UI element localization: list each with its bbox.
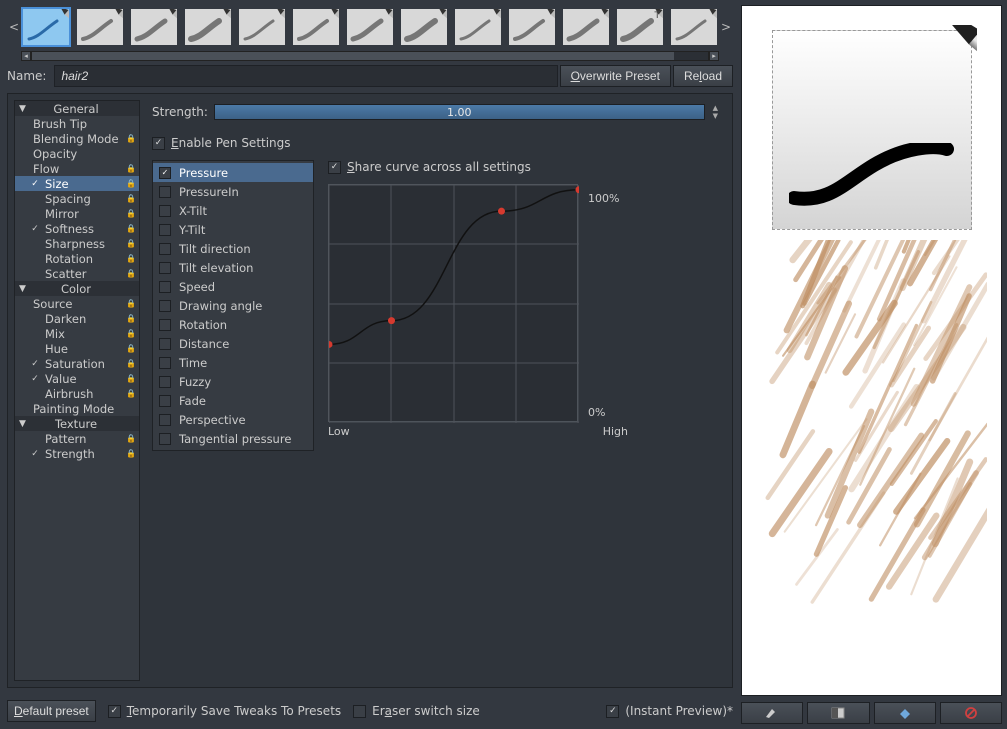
tree-item[interactable]: Brush Tip bbox=[15, 116, 139, 131]
settings-tree[interactable]: ▼GeneralBrush TipBlending Mode🔒OpacityFl… bbox=[14, 100, 140, 681]
sensor-item[interactable]: Fuzzy bbox=[153, 372, 313, 391]
eraser-switch-size-label: Eraser switch size bbox=[372, 704, 480, 718]
brush-preset-thumb[interactable] bbox=[75, 7, 125, 47]
brush-preset-thumb[interactable] bbox=[399, 7, 449, 47]
curve-control-point[interactable] bbox=[329, 341, 333, 348]
brush-preset-strip: T bbox=[21, 7, 719, 47]
next-brush-page[interactable]: > bbox=[719, 20, 733, 34]
brush-preview bbox=[741, 5, 1002, 696]
eraser-switch-size-checkbox[interactable] bbox=[353, 705, 366, 718]
curve-control-point[interactable] bbox=[576, 186, 580, 193]
sensor-item[interactable]: Fade bbox=[153, 391, 313, 410]
tree-item[interactable]: Sharpness🔒 bbox=[15, 236, 139, 251]
instant-preview-checkbox[interactable]: ✓ bbox=[606, 705, 619, 718]
tree-item[interactable]: Rotation🔒 bbox=[15, 251, 139, 266]
sensor-item[interactable]: Perspective bbox=[153, 410, 313, 429]
tree-item[interactable]: Source🔒 bbox=[15, 296, 139, 311]
sensor-item[interactable]: PressureIn bbox=[153, 182, 313, 201]
brush-preset-thumb[interactable] bbox=[669, 7, 719, 47]
brush-tip-preview bbox=[772, 30, 972, 230]
tree-item[interactable]: Pattern🔒 bbox=[15, 431, 139, 446]
tree-item[interactable]: Airbrush🔒 bbox=[15, 386, 139, 401]
share-curve-label: Share curve across all settings bbox=[347, 160, 531, 174]
tree-item[interactable]: ✓Strength🔒 bbox=[15, 446, 139, 461]
brush-name-input[interactable] bbox=[54, 65, 557, 87]
temp-save-tweaks-label: Temporarily Save Tweaks To Presets bbox=[127, 704, 341, 718]
tree-section-header[interactable]: ▼Texture bbox=[15, 416, 139, 431]
tree-item[interactable]: Scatter🔒 bbox=[15, 266, 139, 281]
brush-scroll-right[interactable]: ▸ bbox=[709, 51, 719, 61]
brush-preset-thumb[interactable] bbox=[237, 7, 287, 47]
brush-preset-thumb[interactable] bbox=[183, 7, 233, 47]
tree-item[interactable]: ✓Saturation🔒 bbox=[15, 356, 139, 371]
sensor-item[interactable]: Tangential pressure bbox=[153, 429, 313, 448]
brush-scroll-track[interactable] bbox=[31, 51, 709, 61]
preview-clear-button[interactable] bbox=[940, 702, 1002, 724]
sensor-item[interactable]: Tilt direction bbox=[153, 239, 313, 258]
strength-slider[interactable]: 1.00 bbox=[214, 104, 705, 120]
curve-editor[interactable] bbox=[328, 184, 578, 422]
strength-spinner[interactable]: ▲▼ bbox=[713, 104, 718, 120]
enable-pen-settings-label: Enable Pen Settings bbox=[171, 136, 291, 150]
tree-item[interactable]: Mirror🔒 bbox=[15, 206, 139, 221]
brush-preset-thumb[interactable]: T bbox=[615, 7, 665, 47]
tree-item[interactable]: Blending Mode🔒 bbox=[15, 131, 139, 146]
brush-preset-thumb[interactable] bbox=[345, 7, 395, 47]
tree-item[interactable]: ✓Value🔒 bbox=[15, 371, 139, 386]
preview-brush-button[interactable] bbox=[741, 702, 803, 724]
brush-preset-thumb[interactable] bbox=[507, 7, 557, 47]
share-curve-checkbox[interactable]: ✓ bbox=[328, 161, 341, 174]
curve-x-min: Low bbox=[328, 425, 350, 438]
brush-preset-thumb[interactable] bbox=[21, 7, 71, 47]
sensor-item[interactable]: ✓Pressure bbox=[153, 163, 313, 182]
tree-item[interactable]: Mix🔒 bbox=[15, 326, 139, 341]
brush-preset-thumb[interactable] bbox=[561, 7, 611, 47]
curve-y-min: 0% bbox=[588, 406, 605, 419]
enable-pen-settings-checkbox[interactable]: ✓ bbox=[152, 137, 165, 150]
sensor-item[interactable]: X-Tilt bbox=[153, 201, 313, 220]
tree-item[interactable]: Opacity bbox=[15, 146, 139, 161]
tree-item[interactable]: Spacing🔒 bbox=[15, 191, 139, 206]
curve-control-point[interactable] bbox=[498, 208, 505, 215]
brush-preset-thumb[interactable] bbox=[453, 7, 503, 47]
sensor-item[interactable]: Tilt elevation bbox=[153, 258, 313, 277]
sensor-item[interactable]: Distance bbox=[153, 334, 313, 353]
tree-item[interactable]: Darken🔒 bbox=[15, 311, 139, 326]
brush-scroll-left[interactable]: ◂ bbox=[21, 51, 31, 61]
brush-preset-thumb[interactable] bbox=[291, 7, 341, 47]
scratchpad-preview bbox=[757, 240, 987, 630]
tree-item[interactable]: ✓Softness🔒 bbox=[15, 221, 139, 236]
tree-section-header[interactable]: ▼General bbox=[15, 101, 139, 116]
tree-section-header[interactable]: ▼Color bbox=[15, 281, 139, 296]
temp-save-tweaks-checkbox[interactable]: ✓ bbox=[108, 705, 121, 718]
default-preset-button[interactable]: Default preset bbox=[7, 700, 96, 722]
sensor-item[interactable]: Speed bbox=[153, 277, 313, 296]
curve-x-max: High bbox=[603, 425, 628, 438]
preview-fill-button[interactable] bbox=[874, 702, 936, 724]
preview-layer-button[interactable] bbox=[807, 702, 869, 724]
reload-button[interactable]: Reload bbox=[673, 65, 733, 87]
curve-y-max: 100% bbox=[588, 192, 619, 205]
sensor-item[interactable]: Time bbox=[153, 353, 313, 372]
tree-item[interactable]: Flow🔒 bbox=[15, 161, 139, 176]
tree-item[interactable]: Painting Mode bbox=[15, 401, 139, 416]
stroke-sample-icon bbox=[789, 143, 959, 213]
prev-brush-page[interactable]: < bbox=[7, 20, 21, 34]
overwrite-preset-button[interactable]: Overwrite Preset bbox=[560, 65, 671, 87]
sensor-item[interactable]: Rotation bbox=[153, 315, 313, 334]
sensor-item[interactable]: Drawing angle bbox=[153, 296, 313, 315]
tree-item[interactable]: ✓Size🔒 bbox=[15, 176, 139, 191]
instant-preview-label: (Instant Preview)* bbox=[625, 704, 733, 718]
sensor-list[interactable]: ✓PressurePressureInX-TiltY-TiltTilt dire… bbox=[152, 160, 314, 451]
curve-control-point[interactable] bbox=[388, 317, 395, 324]
tree-item[interactable]: Hue🔒 bbox=[15, 341, 139, 356]
brush-preset-thumb[interactable] bbox=[129, 7, 179, 47]
brush-name-label: Name: bbox=[7, 69, 46, 83]
strength-label: Strength: bbox=[152, 105, 206, 119]
sensor-item[interactable]: Y-Tilt bbox=[153, 220, 313, 239]
